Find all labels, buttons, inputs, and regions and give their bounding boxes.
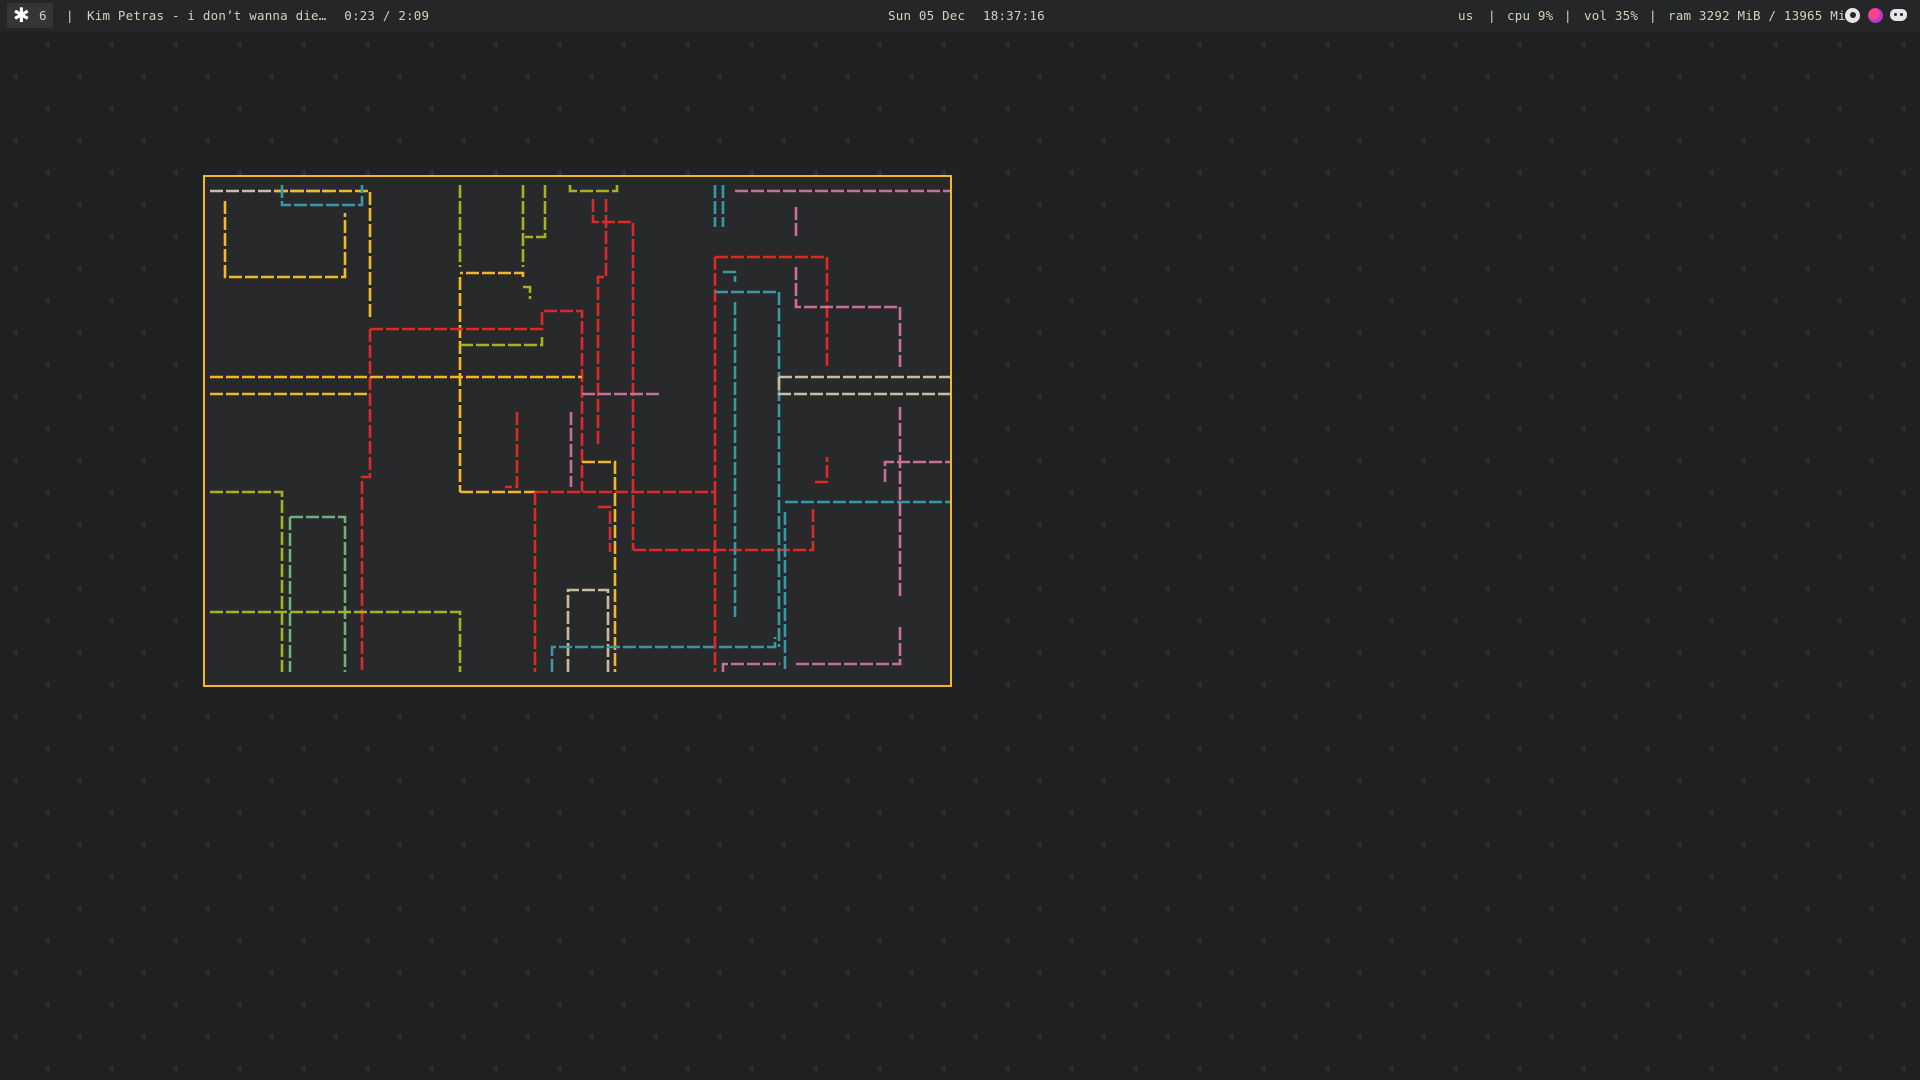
- pipe-segment-teal: [280, 185, 364, 207]
- pipe-segment-beige: [777, 377, 950, 396]
- workspace-indicator[interactable]: ✱ 6: [7, 3, 53, 28]
- separator: |: [1649, 8, 1657, 23]
- pipe-segment-yellow: [460, 271, 525, 277]
- date: Sun 05 Dec: [888, 8, 966, 23]
- pipe-segment-pink: [794, 267, 902, 367]
- pipe-segment-yellow: [275, 189, 372, 317]
- ram-usage: ram 3292 MiB / 13965 MiB: [1668, 8, 1854, 23]
- pipe-segment-yellow: [582, 460, 617, 672]
- discord-icon[interactable]: [1890, 9, 1907, 21]
- pipe-segment-red: [360, 329, 372, 672]
- pipe-segment-olive: [525, 185, 547, 239]
- terminal-window[interactable]: [203, 175, 952, 687]
- keyboard-layout[interactable]: us: [1458, 0, 1473, 31]
- cpu-usage: cpu 9%: [1507, 8, 1554, 23]
- pipe-segment-olive: [210, 490, 284, 672]
- volume[interactable]: vol 35%: [1584, 0, 1638, 31]
- firefox-icon[interactable]: [1868, 8, 1883, 23]
- pipe-segment-pink: [721, 662, 780, 672]
- pipe-segment-olive: [210, 610, 462, 672]
- pipe-segment-beige: [566, 588, 610, 672]
- pipe-segment-olive: [568, 185, 619, 193]
- asterisk-icon: ✱: [13, 3, 30, 27]
- pipe-segment-pink: [883, 460, 950, 482]
- separator: |: [1564, 8, 1572, 23]
- pipe-segment-yellow: [223, 201, 347, 279]
- pipe-segment-red: [370, 309, 584, 492]
- pipe-segment-teal: [550, 637, 777, 672]
- pipe-segment-teal: [715, 290, 781, 647]
- separator: |: [66, 8, 74, 23]
- pipe-segment-red: [598, 505, 612, 552]
- pipe-segment-olive: [523, 285, 532, 299]
- pipe-segment-teal: [723, 270, 737, 282]
- pipe-segment-red: [715, 255, 829, 367]
- pipe-segment-green: [290, 515, 347, 672]
- steam-icon[interactable]: [1845, 8, 1860, 23]
- pipe-segment-red: [505, 412, 519, 489]
- track-time: 0:23 / 2:09: [344, 8, 430, 23]
- workspace-number: 6: [39, 8, 47, 23]
- time: 18:37:16: [983, 8, 1045, 23]
- separator: |: [1488, 8, 1496, 23]
- pipes-animation: [210, 185, 950, 672]
- pipe-segment-red: [596, 199, 608, 447]
- pipe-segment-red: [815, 457, 829, 484]
- pipe-segment-olive: [460, 337, 544, 347]
- status-bar: ✱ 6 | Kim Petras - i don’t wanna die… 0:…: [0, 0, 1920, 31]
- now-playing[interactable]: Kim Petras - i don’t wanna die… 0:23 / 2…: [87, 0, 429, 31]
- now-playing-title: Kim Petras - i don’t wanna die…: [87, 8, 327, 23]
- clock: Sun 05 Dec 18:37:16: [888, 0, 1045, 31]
- pipe-segment-pink: [796, 627, 902, 666]
